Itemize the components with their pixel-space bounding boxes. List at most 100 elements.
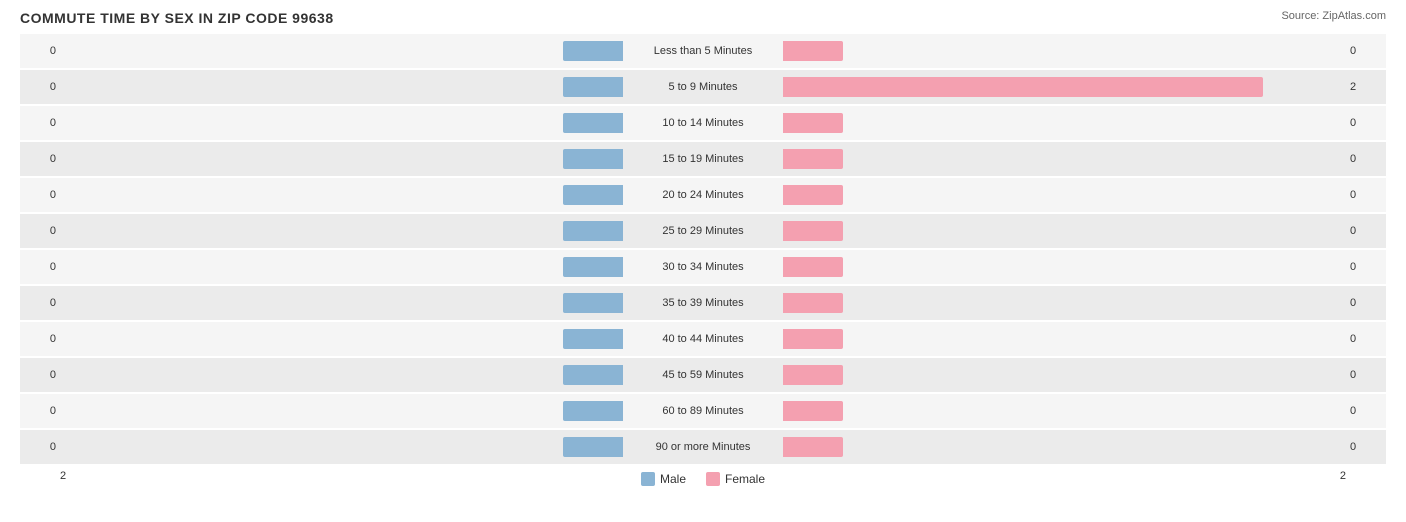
right-value: 0 [1346,405,1386,417]
female-side [783,184,1346,206]
bar-container: 35 to 39 Minutes [60,286,1346,320]
right-value: 0 [1346,369,1386,381]
bar-row: 0 60 to 89 Minutes 0 [20,394,1386,428]
female-side [783,148,1346,170]
bar-container: 45 to 59 Minutes [60,358,1346,392]
female-bar [783,257,843,277]
male-bar [563,257,623,277]
female-side [783,328,1346,350]
bar-label: 10 to 14 Minutes [623,117,783,129]
bars-wrapper: Less than 5 Minutes [60,34,1346,68]
left-value: 0 [20,189,60,201]
bar-label: Less than 5 Minutes [623,45,783,57]
legend: Male Female [641,472,765,486]
bar-container: 25 to 29 Minutes [60,214,1346,248]
female-bar [783,365,843,385]
bar-row: 0 5 to 9 Minutes 2 [20,70,1386,104]
female-bar [783,77,1263,97]
male-side [60,112,623,134]
female-side [783,40,1346,62]
female-legend-label: Female [725,472,765,486]
bar-label: 20 to 24 Minutes [623,189,783,201]
male-side [60,256,623,278]
female-bar [783,41,843,61]
right-value: 0 [1346,117,1386,129]
bar-row: 0 15 to 19 Minutes 0 [20,142,1386,176]
female-bar [783,185,843,205]
bar-container: 60 to 89 Minutes [60,394,1346,428]
left-value: 0 [20,153,60,165]
bar-row: 0 Less than 5 Minutes 0 [20,34,1386,68]
male-bar [563,365,623,385]
female-side [783,220,1346,242]
left-value: 0 [20,225,60,237]
female-bar [783,329,843,349]
female-side [783,364,1346,386]
bar-label: 45 to 59 Minutes [623,369,783,381]
left-value: 0 [20,45,60,57]
bars-wrapper: 15 to 19 Minutes [60,142,1346,176]
bars-wrapper: 10 to 14 Minutes [60,106,1346,140]
female-bar [783,113,843,133]
bar-label: 90 or more Minutes [623,441,783,453]
female-bar [783,401,843,421]
male-bar [563,77,623,97]
bar-container: 10 to 14 Minutes [60,106,1346,140]
female-side [783,256,1346,278]
right-value: 0 [1346,297,1386,309]
male-side [60,400,623,422]
male-bar [563,41,623,61]
right-value: 0 [1346,225,1386,237]
male-bar [563,149,623,169]
male-side [60,364,623,386]
bar-row: 0 40 to 44 Minutes 0 [20,322,1386,356]
male-side [60,328,623,350]
bar-label: 30 to 34 Minutes [623,261,783,273]
left-value: 0 [20,297,60,309]
left-value: 0 [20,261,60,273]
male-bar [563,329,623,349]
left-value: 0 [20,333,60,345]
male-legend-box [641,472,655,486]
chart-title: COMMUTE TIME BY SEX IN ZIP CODE 99638 [20,10,1386,26]
female-bar [783,149,843,169]
female-side [783,76,1346,98]
left-value: 0 [20,117,60,129]
bars-wrapper: 60 to 89 Minutes [60,394,1346,428]
bar-container: 20 to 24 Minutes [60,178,1346,212]
right-value: 2 [1346,81,1386,93]
bar-label: 15 to 19 Minutes [623,153,783,165]
female-side [783,436,1346,458]
chart-area: 0 Less than 5 Minutes 0 0 5 to 9 Minutes [20,34,1386,464]
male-side [60,220,623,242]
bar-container: 40 to 44 Minutes [60,322,1346,356]
right-value: 0 [1346,45,1386,57]
bar-container: 15 to 19 Minutes [60,142,1346,176]
bars-wrapper: 25 to 29 Minutes [60,214,1346,248]
source-label: Source: ZipAtlas.com [1281,10,1386,22]
male-side [60,40,623,62]
female-side [783,112,1346,134]
right-value: 0 [1346,261,1386,273]
left-value: 0 [20,81,60,93]
bars-wrapper: 45 to 59 Minutes [60,358,1346,392]
male-bar [563,437,623,457]
female-bar [783,293,843,313]
bar-label: 5 to 9 Minutes [623,81,783,93]
page-container: COMMUTE TIME BY SEX IN ZIP CODE 99638 So… [0,0,1406,522]
male-side [60,76,623,98]
bottom-axis: 2 Male Female 2 [20,466,1386,486]
male-bar [563,221,623,241]
bar-row: 0 25 to 29 Minutes 0 [20,214,1386,248]
bar-row: 0 30 to 34 Minutes 0 [20,250,1386,284]
bar-row: 0 20 to 24 Minutes 0 [20,178,1386,212]
bars-wrapper: 35 to 39 Minutes [60,286,1346,320]
bars-wrapper: 90 or more Minutes [60,430,1346,464]
axis-left-val: 2 [60,470,66,482]
right-value: 0 [1346,333,1386,345]
bar-row: 0 10 to 14 Minutes 0 [20,106,1386,140]
bar-container: 5 to 9 Minutes [60,70,1346,104]
bars-wrapper: 5 to 9 Minutes [60,70,1346,104]
female-side [783,292,1346,314]
left-value: 0 [20,369,60,381]
